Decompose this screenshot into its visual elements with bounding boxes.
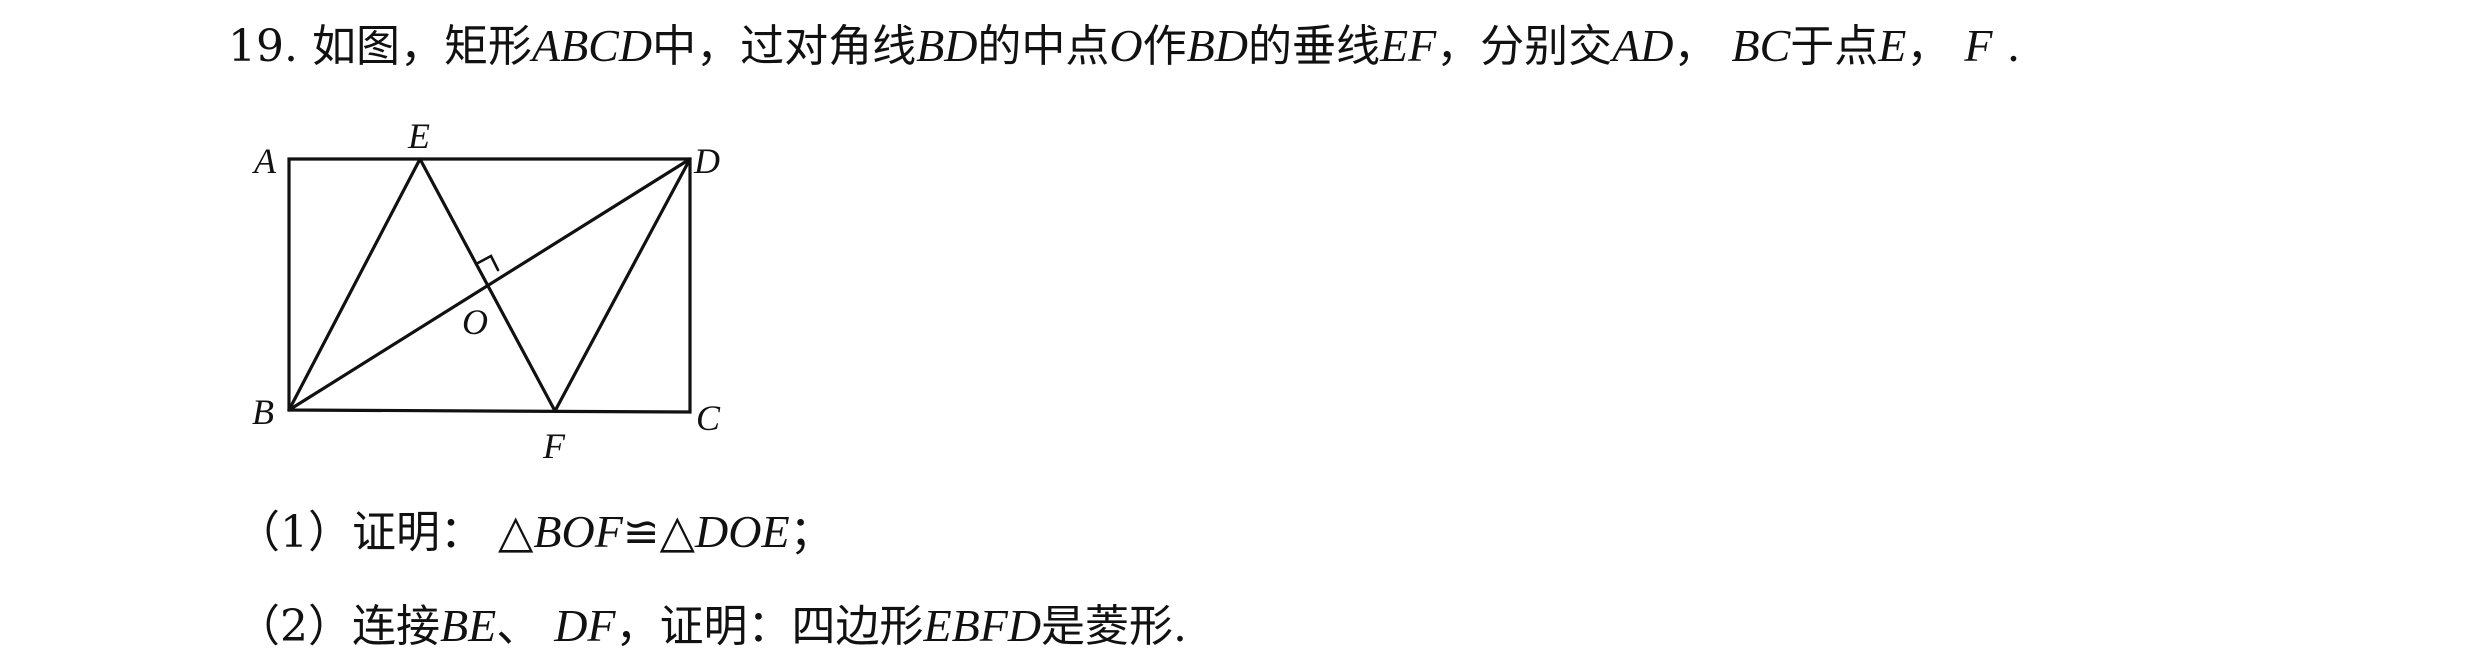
label-e: E	[407, 118, 430, 156]
diagonal-name: BD	[1186, 20, 1248, 71]
point-name: E	[1878, 20, 1907, 71]
problem-text: 作	[1142, 21, 1187, 72]
problem-text: 的中点	[977, 21, 1110, 72]
midpoint-name: O	[1109, 20, 1143, 71]
problem-text: .	[2006, 21, 2021, 72]
segment-df-name: DF	[554, 600, 616, 651]
problem-text: ，分别交	[1436, 21, 1613, 72]
congruent-symbol: ≌	[622, 507, 660, 558]
rect-name: ABCD	[531, 20, 653, 71]
label-a: A	[252, 141, 277, 181]
part-2: （2）连接BE、 DF，证明：四边形EBFD是菱形.	[236, 598, 1187, 655]
problem-text: 如图，矩形	[311, 21, 532, 72]
segment-df	[553, 157, 692, 413]
quadrilateral-name: EBFD	[923, 600, 1042, 651]
problem-text: ，	[1906, 21, 1951, 72]
part-2-prefix: （2）连接	[236, 601, 440, 652]
part-1-end: ；	[789, 507, 834, 558]
label-c: C	[696, 398, 721, 438]
problem-text: 的垂线	[1247, 21, 1380, 72]
side-name: AD	[1612, 20, 1674, 71]
problem-text: ，	[1673, 21, 1718, 72]
side-name: BC	[1731, 20, 1791, 71]
segment-ef	[418, 157, 557, 413]
geometry-figure: A E D O B C F	[252, 118, 721, 466]
diagonal-name: BD	[916, 20, 978, 71]
label-d: D	[693, 141, 720, 181]
problem-number: 19.	[228, 21, 298, 72]
point-name: F	[1964, 20, 1993, 71]
problem-text: 于点	[1790, 21, 1879, 72]
label-b: B	[252, 392, 274, 432]
segment-be-name: BE	[440, 600, 497, 651]
part-1: （1）证明： △BOF≌△DOE；	[236, 504, 834, 561]
part-2-text: ，证明：四边形	[615, 601, 924, 652]
label-o: O	[462, 302, 488, 342]
separator: 、	[496, 601, 541, 652]
label-f: F	[542, 426, 566, 466]
perpendicular-name: EF	[1379, 20, 1437, 71]
segment-be	[287, 157, 422, 412]
diagonal-bd	[287, 157, 692, 412]
problem-text: 中，过对角线	[652, 21, 917, 72]
part-2-end: 是菱形.	[1041, 601, 1188, 652]
part-1-prefix: （1）证明：	[236, 507, 484, 558]
triangle-bof: △BOF	[498, 506, 623, 557]
triangle-doe: △DOE	[659, 506, 790, 557]
problem-statement: 19. 如图，矩形ABCD中，过对角线BD的中点O作BD的垂线EF，分别交AD，…	[228, 18, 2021, 75]
